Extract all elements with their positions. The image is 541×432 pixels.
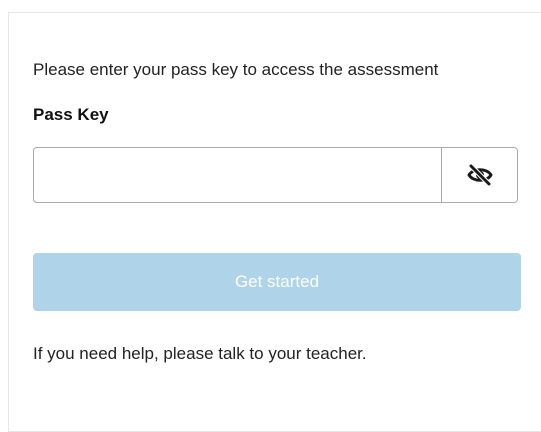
eye-slash-icon xyxy=(467,164,492,186)
toggle-visibility-button[interactable] xyxy=(441,148,517,202)
pass-key-label: Pass Key xyxy=(33,105,109,124)
get-started-button[interactable]: Get started xyxy=(33,253,521,311)
pass-key-input[interactable] xyxy=(34,148,441,202)
instructions-text: Please enter your pass key to access the… xyxy=(33,60,439,79)
help-text: If you need help, please talk to your te… xyxy=(33,344,367,363)
pass-key-field-group xyxy=(33,147,518,203)
